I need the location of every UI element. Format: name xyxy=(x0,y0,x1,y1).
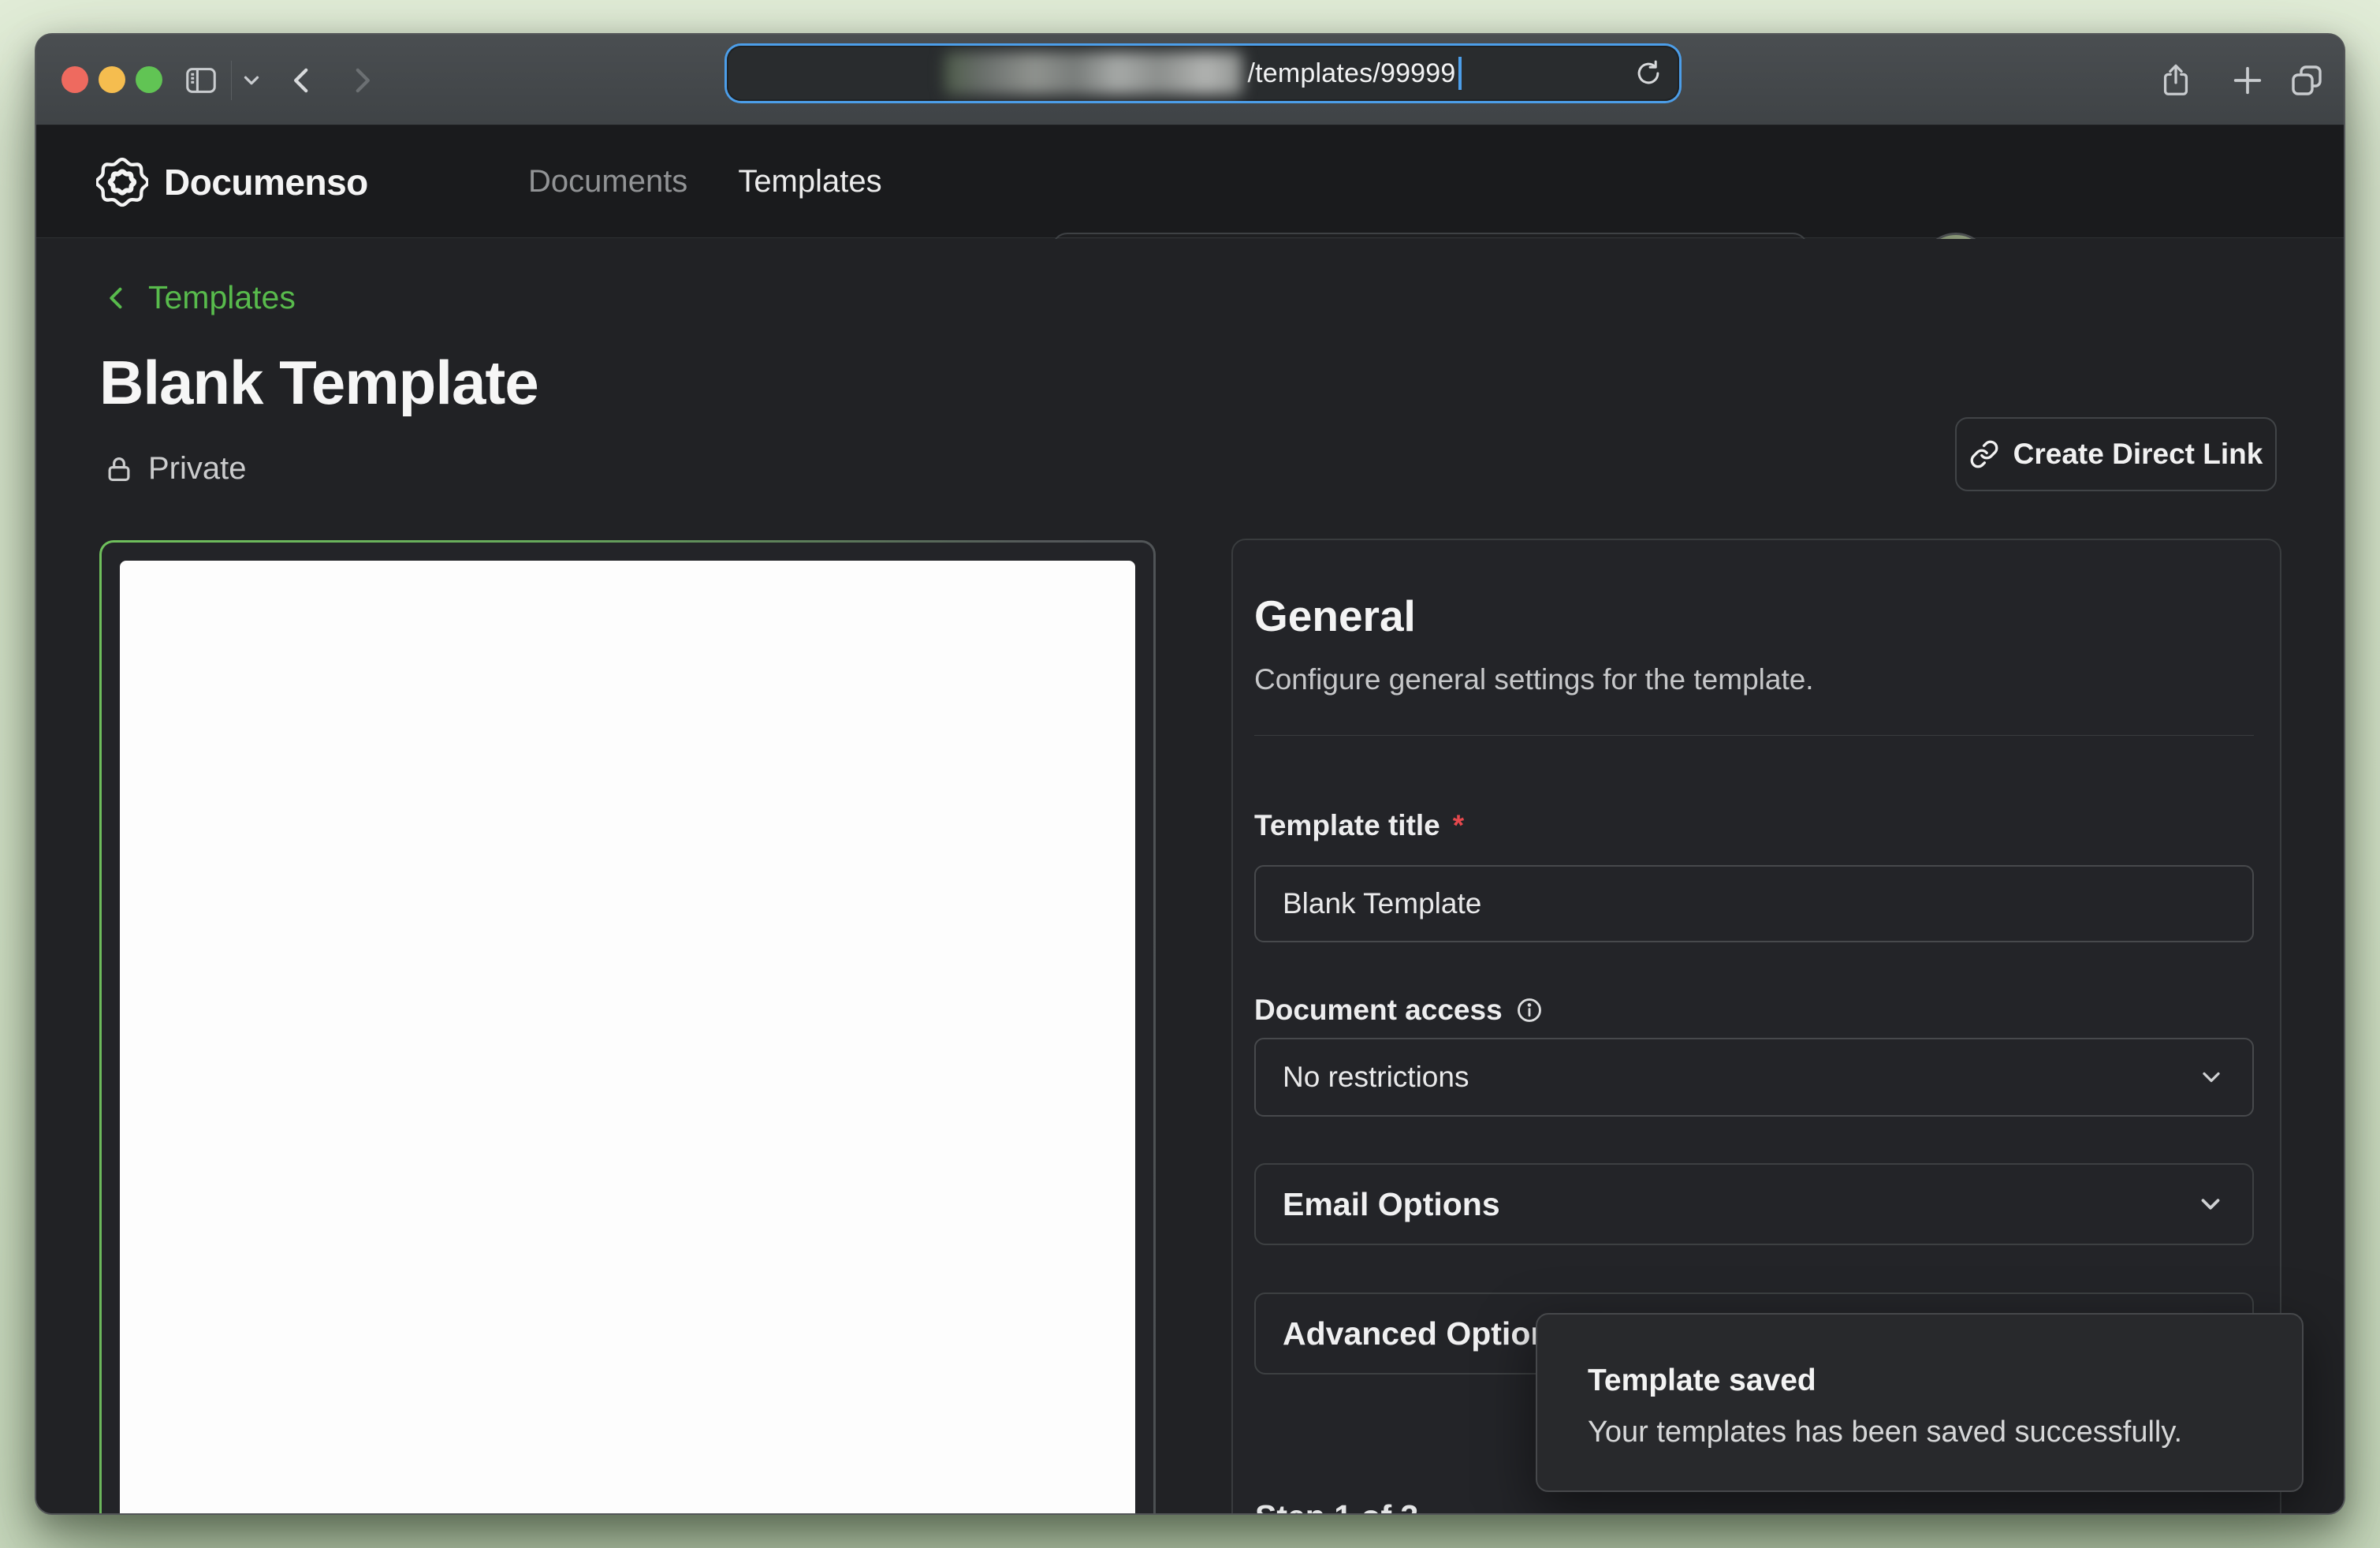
forward-icon[interactable] xyxy=(345,35,378,125)
sidebar-toggle-icon[interactable] xyxy=(183,35,219,125)
lock-icon xyxy=(104,454,134,484)
browser-window: /templates/99999 xyxy=(35,33,2345,1515)
window-close-button[interactable] xyxy=(61,66,88,93)
brand[interactable]: Documenso xyxy=(96,125,368,238)
page-title: Blank Template xyxy=(99,347,538,419)
template-title-input[interactable] xyxy=(1254,865,2254,942)
panel-heading: General xyxy=(1254,591,2254,641)
url-path: /templates/99999 xyxy=(1247,58,1455,89)
document-access-value: No restrictions xyxy=(1283,1061,1469,1094)
email-options-label: Email Options xyxy=(1283,1186,1500,1223)
required-marker: * xyxy=(1453,809,1464,842)
browser-toolbar: /templates/99999 xyxy=(36,35,2344,125)
chevron-left-icon xyxy=(102,284,131,312)
document-access-select[interactable]: No restrictions xyxy=(1254,1038,2254,1117)
share-icon[interactable] xyxy=(2158,35,2194,125)
nav-templates[interactable]: Templates xyxy=(738,164,881,200)
window-minimize-button[interactable] xyxy=(99,66,125,93)
brand-name: Documenso xyxy=(164,161,368,203)
document-preview-card xyxy=(99,540,1156,1515)
email-options-toggle[interactable]: Email Options xyxy=(1254,1163,2254,1245)
tab-overview-icon[interactable] xyxy=(2288,35,2326,125)
chevron-down-icon xyxy=(2196,1189,2225,1219)
toast-title: Template saved xyxy=(1588,1363,2302,1398)
back-icon[interactable] xyxy=(285,35,318,125)
document-access-label: Document access xyxy=(1254,994,2254,1027)
visibility-status: Private xyxy=(104,451,247,487)
info-icon[interactable] xyxy=(1515,996,1544,1024)
nav-documents[interactable]: Documents xyxy=(528,164,687,200)
create-direct-link-button[interactable]: Create Direct Link xyxy=(1955,417,2277,491)
link-icon xyxy=(1969,439,1999,469)
chevron-down-icon xyxy=(2197,1063,2225,1091)
window-zoom-button[interactable] xyxy=(136,66,162,93)
breadcrumb[interactable]: Templates xyxy=(102,279,296,316)
advanced-options-label: Advanced Options xyxy=(1283,1315,1568,1352)
divider xyxy=(1254,735,2254,736)
document-preview-frame xyxy=(102,543,1153,1515)
new-tab-icon[interactable] xyxy=(2229,35,2266,125)
address-bar[interactable]: /templates/99999 xyxy=(727,46,1679,101)
text-cursor xyxy=(1458,57,1462,90)
chevron-down-icon[interactable] xyxy=(240,35,263,125)
reload-icon[interactable] xyxy=(1633,46,1663,101)
toast-message: Your templates has been saved successful… xyxy=(1588,1416,2302,1449)
breadcrumb-label: Templates xyxy=(148,279,296,316)
blurred-domain xyxy=(944,52,1242,95)
toast-notification[interactable]: Template saved Your templates has been s… xyxy=(1536,1313,2304,1492)
primary-nav: Documents Templates xyxy=(528,125,882,238)
visibility-label: Private xyxy=(148,451,247,487)
app-header: Documenso Documents Templates ⌘+K xyxy=(36,125,2344,238)
create-direct-link-label: Create Direct Link xyxy=(2013,438,2263,471)
step-indicator: Step 1 of 3 xyxy=(1255,1498,1418,1515)
template-title-label: Template title * xyxy=(1254,809,2254,842)
documenso-logo-icon xyxy=(96,156,148,208)
panel-description: Configure general settings for the templ… xyxy=(1254,663,2254,696)
toolbar-divider xyxy=(231,61,232,100)
document-page[interactable] xyxy=(120,561,1135,1515)
